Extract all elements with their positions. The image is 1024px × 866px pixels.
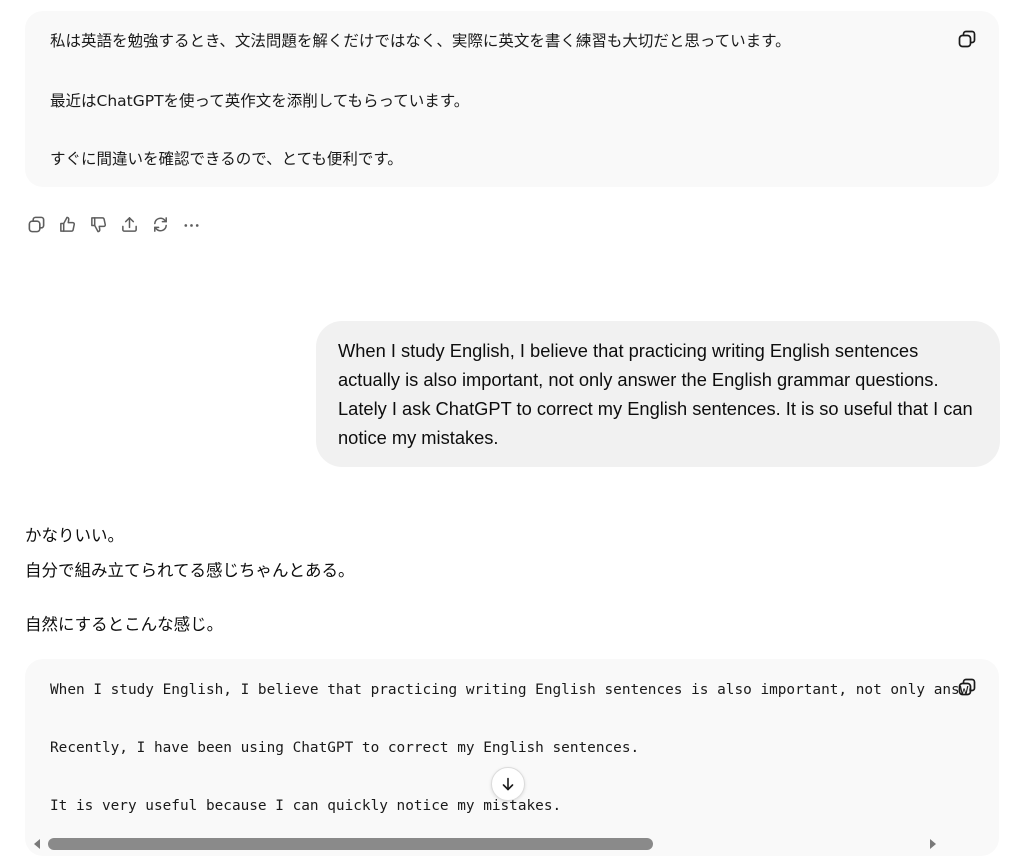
code-line: 私は英語を勉強するとき、文法問題を解くだけではなく、実際に英文を書く練習も大切だ… <box>50 32 791 50</box>
share-icon <box>121 216 137 232</box>
assistant-text: 自然にするとこんな感じ。 <box>25 615 224 634</box>
more-actions-button[interactable] <box>180 213 202 235</box>
code-block-japanese: 私は英語を勉強するとき、文法問題を解くだけではなく、実際に英文を書く練習も大切だ… <box>25 11 999 187</box>
chat-page: 私は英語を勉強するとき、文法問題を解くだけではなく、実際に英文を書く練習も大切だ… <box>0 0 1024 866</box>
scrollbar-thumb[interactable] <box>48 838 653 850</box>
arrow-down-icon <box>502 777 514 791</box>
share-button[interactable] <box>118 213 140 235</box>
code-line: Recently, I have been using ChatGPT to c… <box>50 740 640 756</box>
thumbs-down-icon <box>90 216 106 232</box>
copy-message-button[interactable] <box>25 213 47 235</box>
copy-code-button[interactable] <box>955 675 979 699</box>
code-line: すぐに間違いを確認できるので、とても便利です。 <box>50 150 403 168</box>
scroll-right-arrow[interactable] <box>930 839 936 849</box>
scroll-to-bottom-button[interactable] <box>491 767 525 801</box>
code-line: 最近はChatGPTを使って英作文を添削してもらっています。 <box>50 92 470 110</box>
regenerate-icon <box>153 216 167 232</box>
horizontal-scrollbar[interactable] <box>25 835 999 853</box>
bad-response-button[interactable] <box>87 213 109 235</box>
copy-code-button[interactable] <box>955 27 979 51</box>
code-line: It is very useful because I can quickly … <box>50 798 562 814</box>
copy-icon <box>958 678 976 696</box>
regenerate-button[interactable] <box>149 213 171 235</box>
assistant-text: 自分で組み立てられてる感じちゃんとある。 <box>25 561 355 580</box>
copy-icon <box>28 216 44 232</box>
code-block-english: When I study English, I believe that pra… <box>25 659 999 856</box>
user-message-bubble: When I study English, I believe that pra… <box>316 321 1000 467</box>
copy-icon <box>958 30 976 48</box>
assistant-text: かなりいい。 <box>25 526 124 545</box>
scroll-left-arrow[interactable] <box>34 839 40 849</box>
code-line: When I study English, I believe that pra… <box>50 682 970 698</box>
good-response-button[interactable] <box>56 213 78 235</box>
message-action-bar <box>25 211 202 237</box>
more-icon <box>183 223 199 227</box>
thumbs-up-icon <box>59 216 75 232</box>
